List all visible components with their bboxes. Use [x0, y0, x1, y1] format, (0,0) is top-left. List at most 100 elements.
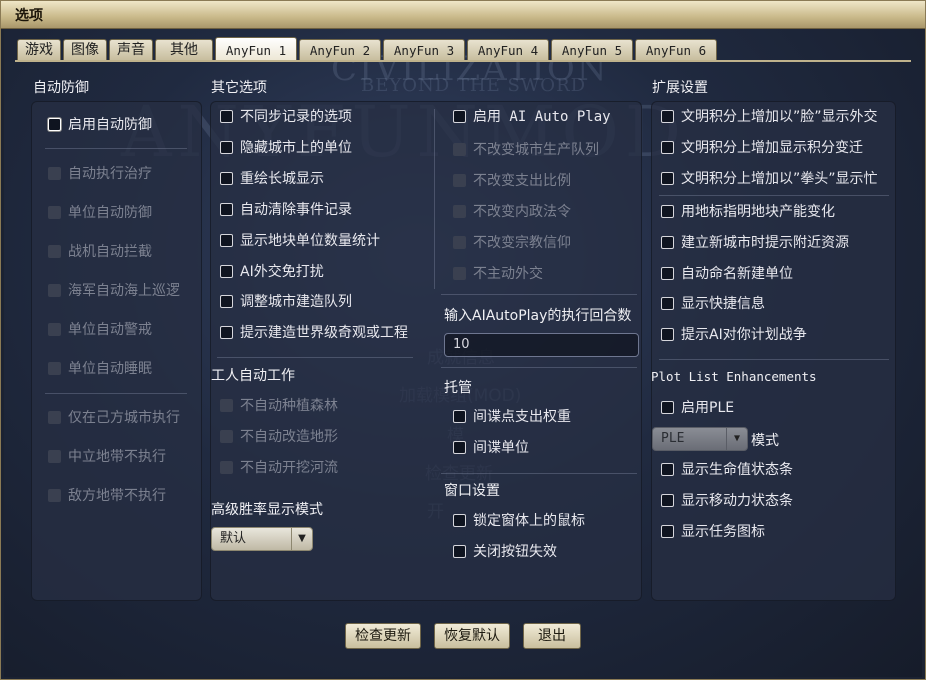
title-bar[interactable]: 选项 — [1, 1, 925, 29]
ple-title: Plot List Enhancements — [651, 369, 817, 384]
checkbox-box[interactable] — [661, 172, 674, 185]
checkbox-box[interactable] — [453, 545, 466, 558]
divider — [441, 294, 637, 295]
check-update-button[interactable]: 检查更新 — [345, 623, 421, 649]
checkbox-label: 单位自动警戒 — [68, 322, 152, 338]
checkbox-label: 提示AI对你计划战争 — [681, 327, 807, 343]
checkbox-label: 自动执行治疗 — [68, 166, 152, 182]
checkbox-box[interactable] — [453, 410, 466, 423]
checkbox-box[interactable] — [661, 525, 674, 538]
checkbox-box[interactable] — [48, 411, 61, 424]
checkbox-box[interactable] — [220, 265, 233, 278]
checkbox-box[interactable] — [220, 141, 233, 154]
checkbox-label: 显示任务图标 — [681, 524, 765, 540]
ple-mode-value: PLE — [661, 431, 685, 446]
ple-mode-label: 模式 — [751, 433, 779, 449]
checkbox-box[interactable] — [453, 143, 466, 156]
checkbox-label: 间谍点支出权重 — [473, 409, 571, 425]
checkbox-box[interactable] — [453, 236, 466, 249]
column-divider — [434, 109, 435, 289]
checkbox-box[interactable] — [48, 206, 61, 219]
checkbox-label: 文明积分上增加以”脸”显示外交 — [681, 109, 878, 125]
checkbox-label: 敌方地带不执行 — [68, 488, 166, 504]
checkbox-box[interactable] — [661, 110, 674, 123]
checkbox-box[interactable] — [220, 172, 233, 185]
checkbox-label: 重绘长城显示 — [240, 171, 324, 187]
tab-anyfun-3[interactable]: AnyFun 3 — [383, 39, 465, 61]
tab-anyfun-6[interactable]: AnyFun 6 — [635, 39, 717, 61]
tab-anyfun-4[interactable]: AnyFun 4 — [467, 39, 549, 61]
restore-default-button[interactable]: 恢复默认 — [434, 623, 510, 649]
checkbox-label: 锁定窗体上的鼠标 — [473, 513, 585, 529]
divider — [659, 195, 889, 196]
checkbox-box[interactable] — [48, 450, 61, 463]
checkbox-box[interactable] — [220, 326, 233, 339]
ple-mode-dropdown[interactable]: PLE ▼ — [652, 427, 748, 451]
checkbox-box[interactable] — [453, 110, 466, 123]
checkbox-label: 启用自动防御 — [68, 117, 152, 133]
checkbox-box[interactable] — [220, 399, 233, 412]
odds-mode-value: 默认 — [220, 531, 247, 546]
odds-mode-dropdown[interactable]: 默认 ▼ — [211, 527, 313, 551]
checkbox-label: 不同步记录的选项 — [240, 109, 352, 125]
checkbox-box[interactable] — [661, 205, 674, 218]
extended-settings-title: 扩展设置 — [652, 80, 708, 96]
checkbox-box[interactable] — [220, 295, 233, 308]
checkbox-box[interactable] — [48, 362, 61, 375]
exit-button[interactable]: 退出 — [523, 623, 581, 649]
checkbox-label: 自动清除事件记录 — [240, 202, 352, 218]
checkbox-box[interactable] — [453, 205, 466, 218]
odds-mode-title: 高级胜率显示模式 — [211, 502, 323, 518]
checkbox-label: 仅在己方城市执行 — [68, 410, 180, 426]
divider — [441, 367, 637, 368]
checkbox-box[interactable] — [220, 110, 233, 123]
checkbox-label: 不自动开挖河流 — [240, 460, 338, 476]
checkbox-box[interactable] — [661, 267, 674, 280]
tab-game[interactable]: 游戏 — [17, 39, 61, 61]
checkbox-label: 不改变内政法令 — [473, 204, 571, 220]
checkbox-box[interactable] — [453, 174, 466, 187]
checkbox-box[interactable] — [220, 203, 233, 216]
checkbox-label: 中立地带不执行 — [68, 449, 166, 465]
checkbox-box[interactable] — [661, 236, 674, 249]
checkbox-box[interactable] — [661, 297, 674, 310]
checkbox-box[interactable] — [661, 401, 674, 414]
autoplay-turns-input[interactable]: 10 — [444, 333, 639, 357]
checkbox-box[interactable] — [453, 514, 466, 527]
tab-other[interactable]: 其他 — [155, 39, 213, 61]
chevron-down-icon[interactable]: ▼ — [291, 528, 312, 550]
checkbox-label: 关闭按钮失效 — [473, 544, 557, 560]
checkbox-box[interactable] — [48, 167, 61, 180]
tab-sound[interactable]: 声音 — [109, 39, 153, 61]
checkbox-box[interactable] — [220, 461, 233, 474]
checkbox-label: 不改变宗教信仰 — [473, 235, 571, 251]
checkbox-box[interactable] — [48, 284, 61, 297]
tab-anyfun-2[interactable]: AnyFun 2 — [299, 39, 381, 61]
checkbox-box[interactable] — [453, 441, 466, 454]
checkbox-box[interactable] — [220, 430, 233, 443]
checkbox-box[interactable] — [48, 245, 61, 258]
checkbox-label: 海军自动海上巡逻 — [68, 283, 180, 299]
divider — [659, 359, 889, 360]
checkbox-box[interactable] — [220, 234, 233, 247]
checkbox-label: AI外交免打扰 — [240, 264, 324, 280]
tab-graphics[interactable]: 图像 — [63, 39, 107, 61]
checkbox-box[interactable] — [661, 328, 674, 341]
chevron-down-icon[interactable]: ▼ — [726, 428, 747, 450]
checkbox-box[interactable] — [48, 489, 61, 502]
checkbox-label: 文明积分上增加以”拳头”显示忙 — [681, 171, 878, 187]
checkbox-label: 不主动外交 — [473, 266, 543, 282]
checkbox-box[interactable] — [661, 494, 674, 507]
checkbox-label: 间谍单位 — [473, 440, 529, 456]
tab-anyfun-1[interactable]: AnyFun 1 — [215, 37, 297, 61]
trust-title: 托管 — [444, 380, 472, 396]
window-settings-title: 窗口设置 — [444, 483, 500, 499]
tab-anyfun-5[interactable]: AnyFun 5 — [551, 39, 633, 61]
checkbox-box[interactable] — [48, 118, 61, 131]
checkbox-label: 提示建造世界级奇观或工程 — [240, 325, 408, 341]
checkbox-box[interactable] — [453, 267, 466, 280]
checkbox-box[interactable] — [48, 323, 61, 336]
checkbox-label: 调整城市建造队列 — [240, 294, 352, 310]
checkbox-box[interactable] — [661, 141, 674, 154]
checkbox-box[interactable] — [661, 463, 674, 476]
